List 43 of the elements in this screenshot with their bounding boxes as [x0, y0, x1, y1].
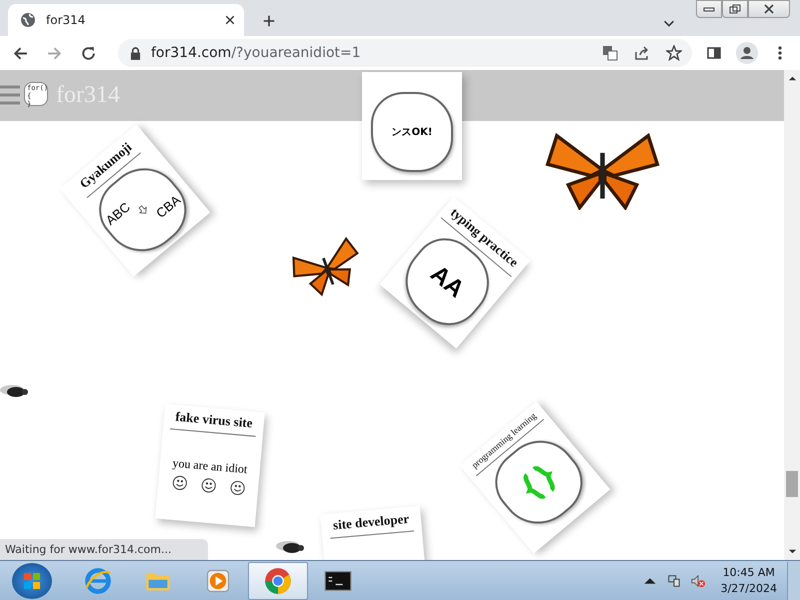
star-icon[interactable] — [666, 45, 682, 61]
lock-icon — [130, 46, 141, 60]
new-tab-icon[interactable] — [262, 14, 276, 28]
minimize-button[interactable] — [696, 0, 722, 18]
card-title: site developer — [328, 510, 414, 539]
site-card[interactable]: fake virus site you are an idiot — [155, 404, 265, 528]
restore-icon — [729, 4, 741, 14]
scroll-up-icon[interactable] — [788, 74, 796, 83]
clock-time: 10:45 AM — [722, 564, 775, 580]
close-icon[interactable] — [224, 14, 236, 26]
close-button[interactable] — [748, 0, 790, 18]
site-card[interactable]: ンスOK! — [362, 72, 462, 180]
browser-e-icon — [84, 566, 112, 594]
smiley-icon — [200, 477, 216, 494]
clock[interactable]: 10:45 AM 3/27/2024 — [720, 564, 777, 596]
status-bubble: Waiting for www.for314.com... — [0, 539, 208, 560]
cloud-text: ンスOK! — [392, 126, 432, 139]
cloud-text: CBA — [154, 192, 183, 220]
address-bar[interactable]: for314.com/?youareanidiot=1 — [118, 39, 692, 67]
tab-title: for314 — [46, 13, 86, 27]
profile-icon[interactable] — [736, 42, 758, 64]
address-text: for314.com/?youareanidiot=1 — [151, 45, 361, 61]
back-icon[interactable] — [12, 44, 29, 62]
scroll-thumb[interactable] — [786, 471, 798, 497]
minimize-icon — [703, 5, 715, 13]
smiley-icon — [171, 474, 188, 492]
card-caption: you are an idiot — [172, 456, 248, 478]
restore-button[interactable] — [722, 0, 748, 18]
start-button[interactable] — [12, 562, 52, 598]
globe-icon — [20, 12, 36, 28]
volume-muted-icon[interactable] — [690, 574, 705, 588]
windows-logo-icon — [22, 570, 42, 590]
chrome-icon — [264, 566, 292, 594]
clock-date: 3/27/2024 — [720, 580, 777, 596]
share-icon[interactable] — [634, 45, 650, 61]
scroll-down-icon[interactable] — [788, 547, 796, 556]
browser-tab[interactable]: for314 — [8, 4, 244, 36]
close-icon — [763, 4, 775, 14]
network-icon[interactable] — [666, 574, 681, 588]
reload-icon[interactable] — [80, 44, 97, 62]
translate-icon[interactable] — [602, 45, 618, 61]
smiley-icon — [229, 480, 246, 496]
card-title: fake virus site — [170, 408, 258, 437]
